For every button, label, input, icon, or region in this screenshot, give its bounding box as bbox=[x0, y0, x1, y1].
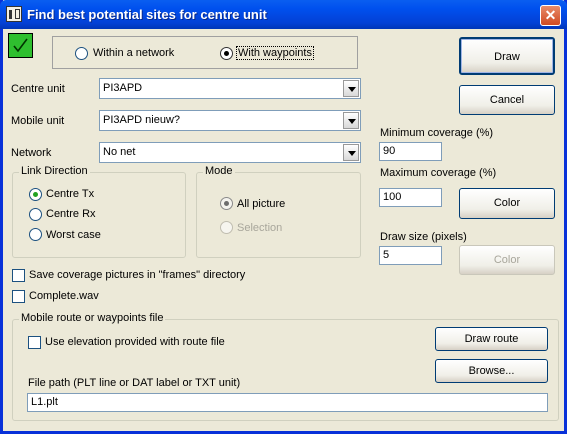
title-bar[interactable]: Find best potential sites for centre uni… bbox=[0, 0, 567, 29]
save-frames-checkbox[interactable] bbox=[12, 269, 25, 282]
use-elevation-checkbox[interactable] bbox=[28, 336, 41, 349]
chevron-down-icon[interactable] bbox=[343, 80, 359, 97]
route-group-title: Mobile route or waypoints file bbox=[19, 312, 166, 324]
file-path-label: File path (PLT line or DAT label or TXT … bbox=[28, 377, 241, 389]
app-icon bbox=[6, 6, 22, 22]
selection-label: Selection bbox=[237, 222, 283, 234]
centre-rx-label[interactable]: Centre Rx bbox=[46, 208, 96, 220]
color-button-disabled: Color bbox=[459, 245, 555, 275]
network-label: Network bbox=[11, 147, 52, 159]
file-path-input[interactable]: L1.plt bbox=[27, 393, 548, 412]
link-direction-title: Link Direction bbox=[19, 165, 90, 177]
mobile-unit-label: Mobile unit bbox=[11, 115, 65, 127]
chevron-down-icon[interactable] bbox=[343, 112, 359, 129]
centre-unit-select[interactable]: PI3APD bbox=[99, 78, 361, 99]
all-picture-radio[interactable] bbox=[220, 197, 233, 210]
color-button[interactable]: Color bbox=[459, 188, 555, 219]
network-select[interactable]: No net bbox=[99, 142, 361, 163]
max-coverage-label: Maximum coverage (%) bbox=[380, 167, 497, 179]
mode-group: Mode bbox=[196, 165, 361, 258]
within-network-label[interactable]: Within a network bbox=[93, 47, 174, 59]
use-elevation-label[interactable]: Use elevation provided with route file bbox=[45, 336, 225, 348]
min-coverage-input[interactable]: 90 bbox=[379, 142, 442, 161]
close-icon: ✕ bbox=[544, 7, 557, 23]
max-coverage-input[interactable]: 100 bbox=[379, 188, 442, 207]
draw-size-label: Draw size (pixels) bbox=[380, 231, 467, 243]
save-frames-label[interactable]: Save coverage pictures in "frames" direc… bbox=[29, 269, 245, 281]
chevron-down-icon[interactable] bbox=[343, 144, 359, 161]
draw-size-input[interactable]: 5 bbox=[379, 246, 442, 265]
centre-rx-radio[interactable] bbox=[29, 208, 42, 221]
mode-title: Mode bbox=[203, 165, 235, 177]
min-coverage-label: Minimum coverage (%) bbox=[380, 127, 494, 139]
browse-button[interactable]: Browse... bbox=[435, 359, 548, 383]
worst-case-radio[interactable] bbox=[29, 228, 42, 241]
selection-radio bbox=[220, 221, 233, 234]
all-picture-label[interactable]: All picture bbox=[237, 198, 285, 210]
close-button[interactable]: ✕ bbox=[540, 5, 561, 26]
centre-tx-radio[interactable] bbox=[29, 188, 42, 201]
complete-wav-label[interactable]: Complete.wav bbox=[29, 290, 99, 302]
draw-button[interactable]: Draw bbox=[459, 37, 555, 75]
with-waypoints-label[interactable]: With waypoints bbox=[236, 46, 314, 60]
within-network-radio[interactable] bbox=[75, 47, 88, 60]
cancel-button[interactable]: Cancel bbox=[459, 85, 555, 115]
worst-case-label[interactable]: Worst case bbox=[46, 229, 101, 241]
mobile-unit-select[interactable]: PI3APD nieuw? bbox=[99, 110, 361, 131]
window-title: Find best potential sites for centre uni… bbox=[27, 7, 267, 22]
centre-tx-label[interactable]: Centre Tx bbox=[46, 188, 94, 200]
complete-wav-checkbox[interactable] bbox=[12, 290, 25, 303]
draw-route-button[interactable]: Draw route bbox=[435, 327, 548, 351]
checkmark-icon bbox=[8, 33, 33, 58]
centre-unit-label: Centre unit bbox=[11, 83, 65, 95]
